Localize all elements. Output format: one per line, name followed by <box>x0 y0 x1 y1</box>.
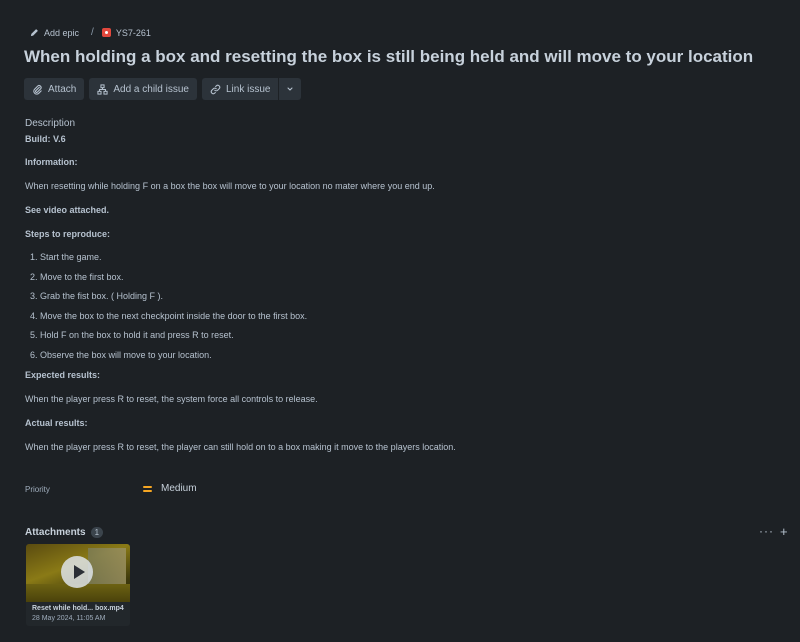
list-item: Move to the first box. <box>40 272 765 282</box>
attachment-date: 28 May 2024, 11:05 AM <box>32 615 106 622</box>
attach-button[interactable]: Attach <box>24 78 85 100</box>
description-body[interactable]: Build: V.6 Information: When resetting w… <box>25 134 765 452</box>
expected-results-heading: Expected results: <box>25 370 101 380</box>
description-label: Description <box>25 118 76 129</box>
priority-field: Priority Medium <box>25 483 325 497</box>
information-heading: Information: <box>25 157 78 167</box>
actual-results-text: When the player press R to reset, the pl… <box>25 442 456 452</box>
pencil-icon <box>30 29 38 37</box>
bug-icon <box>101 28 111 37</box>
attachments-heading: Attachments <box>25 527 86 538</box>
list-item: Hold F on the box to hold it and press R… <box>40 331 765 340</box>
add-epic-link[interactable]: Add epic <box>30 28 79 38</box>
priority-label: Priority <box>25 485 50 494</box>
attachment-file-name: Reset while hold... box.mp4 <box>32 605 124 612</box>
paperclip-icon <box>33 84 42 95</box>
issue-key: YS7-261 <box>115 27 151 38</box>
list-item: Start the game. <box>40 253 765 262</box>
video-thumbnail <box>26 544 130 602</box>
breadcrumb-separator: / <box>91 27 94 38</box>
add-child-issue-label: Add a child issue <box>113 83 189 95</box>
issue-actions-toolbar: Attach Add a child issue Link issue <box>24 78 302 100</box>
expected-results-text: When the player press R to reset, the sy… <box>25 394 318 404</box>
information-text: When resetting while holding F on a box … <box>25 181 435 191</box>
link-issue-label: Link issue <box>225 83 271 95</box>
issue-key-link[interactable]: YS7-261 <box>101 27 151 38</box>
attach-label: Attach <box>48 83 77 95</box>
priority-value[interactable]: Medium <box>161 483 197 494</box>
priority-medium-icon <box>143 486 152 493</box>
breadcrumb: Add epic / YS7-261 <box>30 27 151 38</box>
list-item: Move the box to the next checkpoint insi… <box>40 311 765 321</box>
video-note: See video attached. <box>25 205 110 215</box>
link-icon <box>210 84 221 94</box>
hierarchy-icon <box>97 83 108 95</box>
more-actions-dropdown[interactable] <box>278 78 302 100</box>
add-epic-label: Add epic <box>44 27 80 38</box>
attachments-header: Attachments 1 <box>25 527 104 538</box>
link-issue-button[interactable]: Link issue <box>201 78 279 100</box>
build-version: Build: V.6 <box>25 134 66 144</box>
attachments-count-badge: 1 <box>90 527 104 538</box>
attachments-add-button[interactable]: + <box>780 524 788 539</box>
chevron-down-icon <box>287 87 293 91</box>
list-item: Grab the fist box. ( Holding F ). <box>40 292 765 301</box>
play-icon[interactable] <box>61 556 93 588</box>
link-issue-split-button: Link issue <box>201 78 302 100</box>
issue-title[interactable]: When holding a box and resetting the box… <box>24 47 753 67</box>
attachment-card[interactable]: Reset while hold... box.mp4 28 May 2024,… <box>26 544 130 626</box>
list-item: Observe the box will move to your locati… <box>40 350 765 360</box>
attachments-more-button[interactable]: ··· <box>759 524 774 538</box>
actual-results-heading: Actual results: <box>25 418 88 428</box>
add-child-issue-button[interactable]: Add a child issue <box>89 78 197 100</box>
steps-heading: Steps to reproduce: <box>25 229 111 239</box>
steps-list: Start the game. Move to the first box. G… <box>25 253 765 360</box>
